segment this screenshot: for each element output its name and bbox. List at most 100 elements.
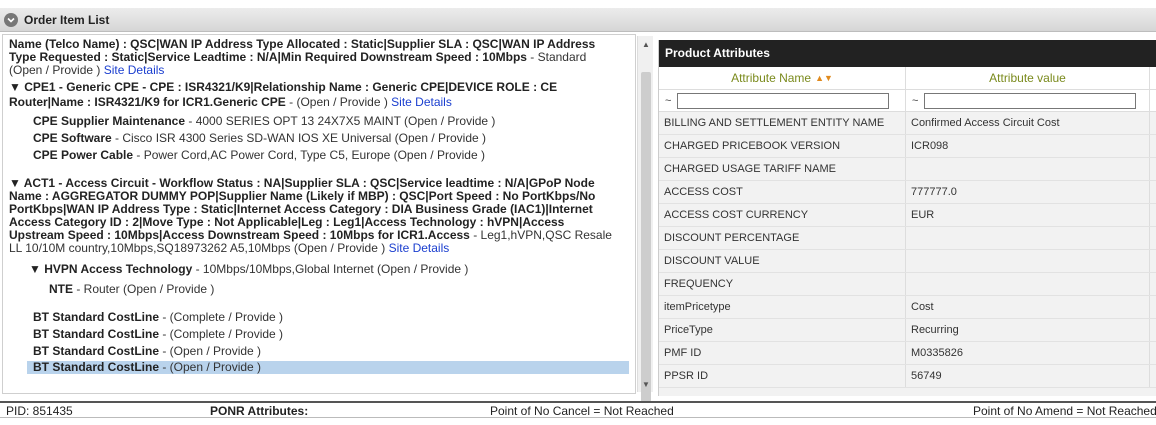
site-details-link[interactable]: Site Details: [391, 95, 452, 109]
attribute-name-cell: PPSR ID: [659, 365, 906, 387]
attribute-name-cell: PriceType: [659, 319, 906, 341]
attribute-name-cell: PMF ID: [659, 342, 906, 364]
site-details-link[interactable]: Site Details: [389, 241, 450, 255]
tree-line[interactable]: BT Standard CostLine - (Open / Provide ): [27, 361, 629, 374]
tree-item-name: CPE Power Cable: [33, 148, 134, 162]
attribute-row[interactable]: PPSR ID 56749: [659, 365, 1156, 388]
attribute-name-cell: ACCESS COST: [659, 181, 906, 203]
attribute-row[interactable]: FREQUENCY: [659, 273, 1156, 296]
attribute-name-cell: FREQUENCY: [659, 273, 906, 295]
no-cancel-status: Point of No Cancel = Not Reached: [490, 404, 674, 418]
tree-line[interactable]: CPE Power Cable - Power Cord,AC Power Co…: [33, 149, 485, 162]
tree-item-name: Name (Telco Name) : QSC|WAN IP Address T…: [9, 37, 596, 51]
tree-item-name: Type Requested : Static|Service Leadtime…: [9, 50, 527, 64]
filter-operator-icon[interactable]: ~: [665, 95, 671, 107]
tree-item-detail: - Leg1,hVPN,QSC Resale: [469, 228, 612, 242]
attribute-value-cell: Recurring: [906, 319, 1150, 341]
scroll-thumb[interactable]: [641, 72, 651, 402]
tree-item-name: ▼ ACT1 - Access Circuit - Workflow Statu…: [9, 176, 595, 190]
tree-item-detail: - 4000 SERIES OPT 13 24X7X5 MAINT (Open …: [185, 114, 496, 128]
chevron-down-icon[interactable]: [4, 12, 18, 27]
tree-item-name: Name : AGGREGATOR DUMMY POP|Supplier Nam…: [9, 189, 596, 203]
name-filter-input[interactable]: [677, 92, 890, 109]
attribute-name-cell: CHARGED USAGE TARIFF NAME: [659, 158, 906, 180]
tree-scrollbar[interactable]: ▲ ▼: [637, 36, 654, 402]
order-item-list-header: Order Item List: [0, 8, 1156, 32]
ponr-label: PONR Attributes:: [210, 404, 309, 418]
tree-item-name: CPE Software: [33, 131, 112, 145]
name-filter-cell: ~: [659, 90, 906, 111]
attribute-name-cell: itemPricetype: [659, 296, 906, 318]
tree-item-detail: - 10Mbps/10Mbps,Global Internet (Open / …: [192, 262, 469, 276]
tree-item-name: BT Standard CostLine: [33, 360, 160, 374]
tree-item-detail: - Standard: [526, 50, 587, 64]
attribute-value-cell: M0335826: [906, 342, 1150, 364]
tree-item-detail: - (Complete / Provide ): [159, 310, 284, 324]
tree-item-name: CPE Supplier Maintenance: [33, 114, 186, 128]
status-footer: PID: 851435 PONR Attributes: Point of No…: [0, 401, 1156, 418]
attribute-value-cell: 777777.0: [906, 181, 1150, 203]
product-attributes-title: Product Attributes: [659, 40, 1156, 67]
attribute-row[interactable]: DISCOUNT VALUE: [659, 250, 1156, 273]
attribute-value-cell: ICR098: [906, 135, 1150, 157]
tree-item-detail: - Router (Open / Provide ): [73, 282, 215, 296]
tree-item-detail: - (Open / Provide ): [159, 344, 262, 358]
attribute-name-cell: DISCOUNT VALUE: [659, 250, 906, 272]
attribute-row[interactable]: itemPricetype Cost: [659, 296, 1156, 319]
tree-item-detail: - Cisco ISR 4300 Series SD-WAN IOS XE Un…: [111, 131, 487, 145]
attribute-row[interactable]: ACCESS COST CURRENCY EUR: [659, 204, 1156, 227]
tree-line[interactable]: LL 10/10M country,10Mbps,SQ18973262 A5,1…: [9, 242, 449, 255]
tree-line[interactable]: (Open / Provide ) Site Details: [9, 64, 164, 77]
attribute-row[interactable]: ACCESS COST 777777.0: [659, 181, 1156, 204]
tree-line[interactable]: BT Standard CostLine - (Open / Provide ): [33, 345, 261, 358]
attribute-row[interactable]: CHARGED PRICEBOOK VERSION ICR098: [659, 135, 1156, 158]
attribute-value-cell: [906, 250, 1150, 272]
tree-item-name: BT Standard CostLine: [33, 310, 160, 324]
attribute-row[interactable]: BILLING AND SETTLEMENT ENTITY NAME Confir…: [659, 112, 1156, 135]
attribute-value-cell: Confirmed Access Circuit Cost: [906, 112, 1150, 134]
tree-item-detail: - (Open / Provide ): [159, 360, 262, 374]
attribute-row[interactable]: DISCOUNT PERCENTAGE: [659, 227, 1156, 250]
tree-item-name: ▼ HVPN Access Technology: [29, 262, 193, 276]
attribute-name-column[interactable]: Attribute Name ▲▼: [659, 67, 906, 89]
tree-item-name: Upstream Speed : 10Mbps|Access Downstrea…: [9, 228, 470, 242]
attribute-name-cell: CHARGED PRICEBOOK VERSION: [659, 135, 906, 157]
attribute-value-label: Attribute value: [989, 71, 1066, 85]
tree-line[interactable]: ▼ CPE1 - Generic CPE - CPE : ISR4321/K9|…: [9, 81, 557, 94]
attributes-column-header: Attribute Name ▲▼ Attribute value: [659, 67, 1156, 90]
tree-line[interactable]: CPE Supplier Maintenance - 4000 SERIES O…: [33, 115, 495, 128]
sort-icon[interactable]: ▲▼: [815, 73, 833, 83]
attribute-row[interactable]: CHARGED USAGE TARIFF NAME: [659, 158, 1156, 181]
attribute-name-cell: ACCESS COST CURRENCY: [659, 204, 906, 226]
attribute-value-cell: [906, 158, 1150, 180]
attribute-row[interactable]: PriceType Recurring: [659, 319, 1156, 342]
tree-item-name: NTE: [49, 282, 73, 296]
tree-line[interactable]: CPE Software - Cisco ISR 4300 Series SD-…: [33, 132, 486, 145]
filter-row: ~ ~: [659, 90, 1156, 112]
value-filter-input[interactable]: [924, 92, 1137, 109]
attribute-value-column[interactable]: Attribute value: [906, 67, 1150, 89]
attribute-value-cell: EUR: [906, 204, 1150, 226]
tree-item-detail: - (Open / Provide ): [285, 95, 392, 109]
tree-item-detail: - (Complete / Provide ): [159, 327, 284, 341]
tree-line[interactable]: NTE - Router (Open / Provide ): [49, 283, 214, 296]
attribute-value-cell: 56749: [906, 365, 1150, 387]
filter-operator-icon[interactable]: ~: [912, 95, 918, 107]
pid-label: PID: 851435: [6, 404, 73, 418]
attribute-row[interactable]: PMF ID M0335826: [659, 342, 1156, 365]
tree-item-name: Router|Name : ISR4321/K9 for ICR1.Generi…: [9, 95, 286, 109]
order-item-tree: Name (Telco Name) : QSC|WAN IP Address T…: [2, 34, 636, 394]
attribute-value-cell: [906, 227, 1150, 249]
tree-line[interactable]: BT Standard CostLine - (Complete / Provi…: [33, 311, 283, 324]
tree-item-detail: - Power Cord,AC Power Cord, Type C5, Eur…: [133, 148, 485, 162]
scroll-down-icon[interactable]: ▼: [638, 376, 654, 392]
site-details-link[interactable]: Site Details: [104, 63, 165, 77]
panel-title: Order Item List: [24, 12, 110, 27]
attribute-name-cell: DISCOUNT PERCENTAGE: [659, 227, 906, 249]
attribute-name-cell: BILLING AND SETTLEMENT ENTITY NAME: [659, 112, 906, 134]
tree-line[interactable]: ▼ HVPN Access Technology - 10Mbps/10Mbps…: [29, 263, 468, 276]
tree-line[interactable]: BT Standard CostLine - (Complete / Provi…: [33, 328, 283, 341]
tree-line[interactable]: Router|Name : ISR4321/K9 for ICR1.Generi…: [9, 96, 452, 109]
scroll-up-icon[interactable]: ▲: [638, 36, 654, 52]
tree-item-detail: (Open / Provide ): [9, 63, 104, 77]
